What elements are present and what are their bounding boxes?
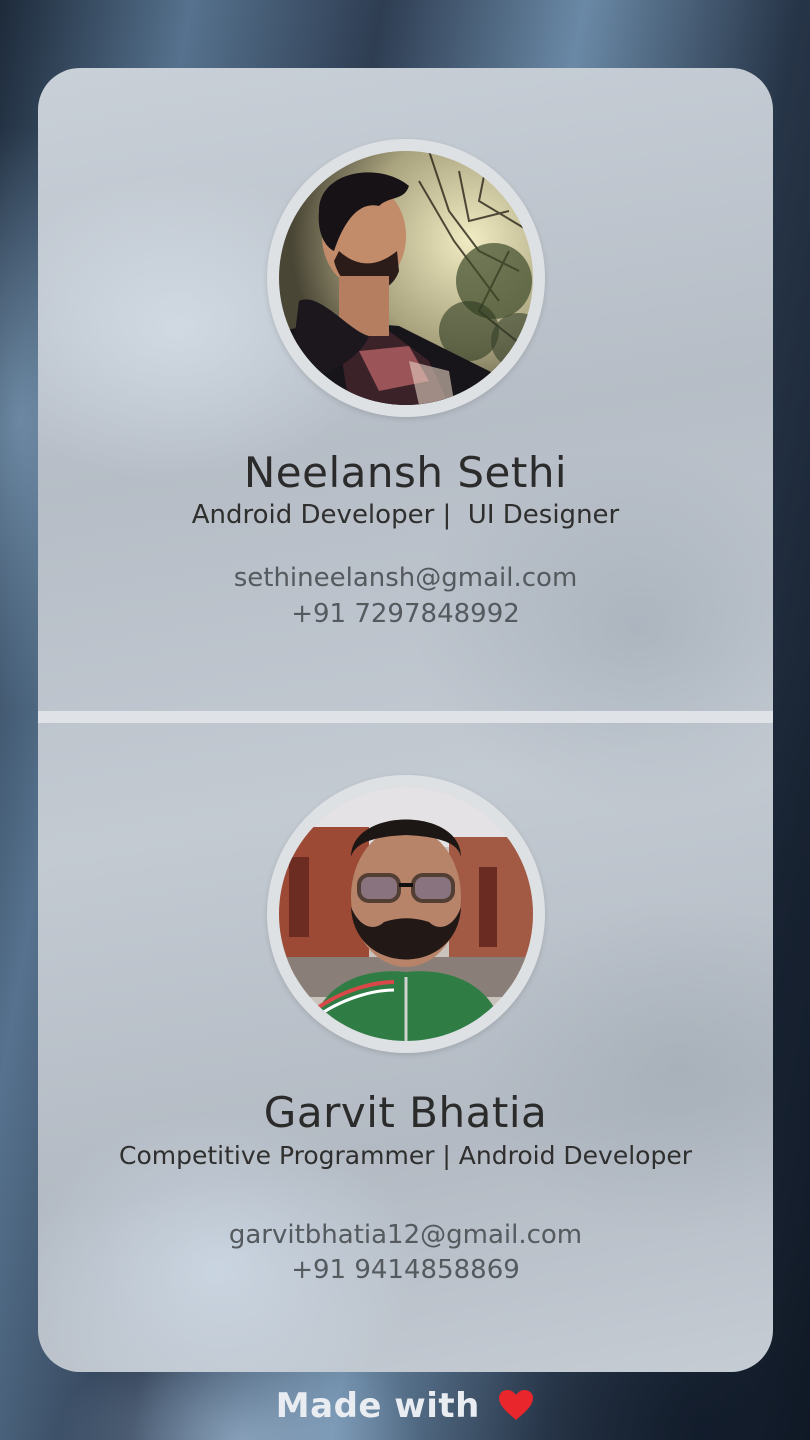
profile-card-neelansh: Neelansh Sethi Android Developer | UI De…: [38, 68, 773, 711]
profile-role: Competitive Programmer | Android Develop…: [119, 1141, 692, 1170]
profile-phone[interactable]: +91 7297848992: [38, 599, 773, 629]
profile-name: Garvit Bhatia: [263, 1088, 548, 1137]
profile-photo-illustration: [279, 151, 533, 405]
avatar-neelansh: [267, 139, 545, 417]
profile-email[interactable]: garvitbhatia12@gmail.com: [38, 1220, 773, 1250]
profile-photo: [279, 787, 533, 1041]
footer: Made with: [0, 1386, 810, 1430]
profile-card-garvit: Garvit Bhatia Competitive Programmer | A…: [38, 723, 773, 1372]
profile-photo: [279, 151, 533, 405]
avatar-garvit: [267, 775, 545, 1053]
profile-photo-illustration: [279, 787, 533, 1041]
profile-email[interactable]: sethineelansh@gmail.com: [38, 563, 773, 593]
business-card: Neelansh Sethi Android Developer | UI De…: [38, 68, 773, 1372]
profile-role: Android Developer | UI Designer: [191, 500, 620, 530]
profile-phone[interactable]: +91 9414858869: [38, 1255, 773, 1285]
profile-name: Neelansh Sethi: [243, 448, 568, 497]
heart-icon: [498, 1389, 534, 1430]
footer-text: Made with: [275, 1386, 480, 1426]
card-divider: [38, 711, 773, 723]
